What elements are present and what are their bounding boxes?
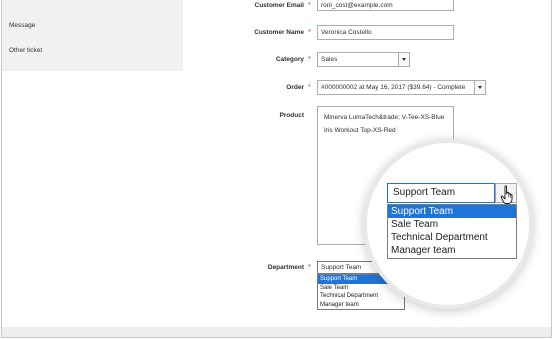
category-select[interactable]: Sales [317,52,410,67]
required-marker: * [308,29,311,36]
magnified-department-select[interactable]: Support Team [387,183,495,203]
order-value: #000000002 at May 16, 2017 ($39.64) - Co… [321,84,466,91]
required-marker: * [308,2,311,9]
customer-name-value: Veronica Costello [321,29,372,36]
order-label: Order [286,84,304,91]
department-option[interactable]: Sale Team [318,284,404,293]
customer-name-label: Customer Name [254,29,304,36]
category-value: Sales [321,56,338,63]
sidebar: Message Other ticket [2,0,183,71]
sidebar-item-message[interactable]: Message [9,22,35,29]
product-option[interactable]: Minerva LumaTech&trade; V-Tee-XS-Blue [324,114,444,121]
magnified-option[interactable]: Manager team [388,244,516,257]
required-marker: * [308,264,311,271]
product-label: Product [279,112,304,119]
department-label: Department [267,264,304,271]
hand-cursor-icon [500,185,513,204]
required-marker: * [308,84,311,91]
magnified-option[interactable]: Sale Team [388,218,516,231]
magnified-department-list[interactable]: Support Team Sale Team Technical Departm… [387,204,517,259]
customer-email-field[interactable]: roni_cost@example.com [317,0,454,11]
order-select[interactable]: #000000002 at May 16, 2017 ($39.64) - Co… [317,80,486,95]
department-value: Support Team [321,264,362,271]
department-option[interactable]: Technical Department [318,292,404,301]
product-option[interactable]: Iris Workout Top-XS-Red [324,127,396,134]
required-marker: * [308,56,311,63]
magnified-option-selected[interactable]: Support Team [388,205,516,218]
chevron-down-icon[interactable] [474,81,485,94]
magnified-department-value: Support Team [393,187,456,198]
category-label: Category [275,56,304,63]
magnified-option[interactable]: Technical Department [388,231,516,244]
customer-email-label: Customer Email [254,2,305,9]
customer-email-value: roni_cost@example.com [321,1,393,9]
customer-name-field[interactable]: Veronica Costello [317,25,454,40]
sidebar-item-other-ticket[interactable]: Other ticket [9,47,42,54]
department-option[interactable]: Manager team [318,301,404,310]
footer-strip [2,327,551,337]
chevron-down-icon[interactable] [398,53,409,66]
